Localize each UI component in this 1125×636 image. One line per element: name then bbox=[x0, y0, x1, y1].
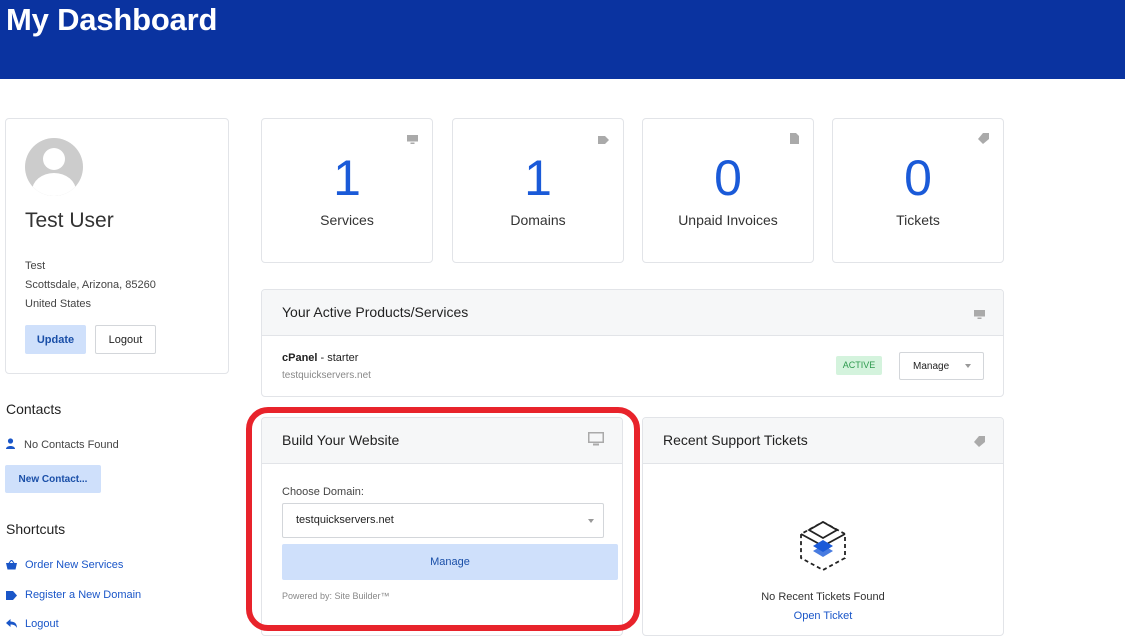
page-title: My Dashboard bbox=[6, 2, 218, 37]
stat-unpaid-invoices[interactable]: 0 Unpaid Invoices bbox=[642, 118, 814, 263]
profile-company: Test bbox=[25, 260, 46, 272]
shortcut-label: Logout bbox=[25, 618, 59, 630]
shortcut-label: Register a New Domain bbox=[25, 589, 142, 601]
profile-address: Test Scottsdale, Arizona, 85260 United S… bbox=[25, 257, 156, 314]
stat-value: 1 bbox=[333, 150, 361, 206]
stat-value: 0 bbox=[904, 150, 932, 206]
document-icon bbox=[790, 131, 799, 149]
update-button[interactable]: Update bbox=[25, 325, 86, 354]
product-title: cPanel bbox=[282, 352, 318, 364]
stat-services[interactable]: 1 Services bbox=[261, 118, 433, 263]
tag-icon bbox=[6, 590, 17, 600]
monitor-icon bbox=[974, 306, 985, 324]
stat-label: Services bbox=[320, 212, 374, 228]
stat-label: Tickets bbox=[896, 212, 940, 228]
shortcut-label: Order New Services bbox=[25, 559, 124, 571]
ticket-icon bbox=[978, 131, 989, 149]
active-products-panel: Your Active Products/Services cPanel - s… bbox=[261, 289, 1004, 397]
manage-label: Manage bbox=[913, 360, 950, 372]
profile-city: Scottsdale, Arizona, 85260 bbox=[25, 279, 156, 291]
shortcut-order-services[interactable]: Order New Services bbox=[6, 559, 123, 571]
stat-value: 1 bbox=[524, 150, 552, 206]
panel-header: Recent Support Tickets bbox=[643, 418, 1003, 464]
profile-country: United States bbox=[25, 298, 92, 310]
monitor-icon bbox=[407, 131, 418, 149]
ticket-icon bbox=[974, 434, 985, 452]
shortcuts-title: Shortcuts bbox=[6, 521, 66, 537]
stat-tickets[interactable]: 0 Tickets bbox=[832, 118, 1004, 263]
panel-header: Build Your Website bbox=[262, 418, 622, 464]
new-contact-button[interactable]: New Contact... bbox=[5, 465, 101, 493]
manage-website-button[interactable]: Manage bbox=[282, 544, 618, 580]
stat-label: Unpaid Invoices bbox=[678, 212, 778, 228]
domain-select-value: testquickservers.net bbox=[296, 514, 394, 526]
stat-domains[interactable]: 1 Domains bbox=[452, 118, 624, 263]
contacts-title: Contacts bbox=[6, 401, 62, 417]
contacts-empty: No Contacts Found bbox=[6, 438, 119, 452]
support-tickets-panel: Recent Support Tickets No Recent Tickets… bbox=[642, 417, 1004, 636]
powered-by-text: Powered by: Site Builder™ bbox=[282, 591, 390, 601]
shortcut-logout[interactable]: Logout bbox=[6, 618, 59, 630]
contacts-empty-text: No Contacts Found bbox=[24, 439, 119, 451]
profile-card: Test User Test Scottsdale, Arizona, 8526… bbox=[5, 118, 229, 374]
chevron-down-icon bbox=[588, 519, 594, 523]
panel-title: Recent Support Tickets bbox=[663, 432, 808, 448]
monitor-icon bbox=[588, 432, 604, 451]
basket-icon bbox=[6, 560, 17, 570]
panel-header: Your Active Products/Services bbox=[262, 290, 1003, 336]
user-icon bbox=[6, 438, 15, 452]
logout-button[interactable]: Logout bbox=[95, 325, 156, 354]
empty-inbox-icon bbox=[799, 520, 847, 579]
product-plan: starter bbox=[327, 352, 359, 364]
panel-title: Build Your Website bbox=[282, 432, 400, 448]
avatar bbox=[25, 138, 83, 196]
chevron-down-icon bbox=[965, 364, 971, 368]
shortcut-register-domain[interactable]: Register a New Domain bbox=[6, 589, 141, 601]
tag-icon bbox=[598, 131, 609, 149]
domain-select[interactable]: testquickservers.net bbox=[282, 503, 604, 538]
page-header: My Dashboard bbox=[0, 0, 1125, 79]
product-name[interactable]: cPanel - starter bbox=[282, 352, 358, 364]
arrow-left-icon bbox=[6, 619, 17, 628]
product-domain: testquickservers.net bbox=[282, 370, 371, 381]
build-website-panel: Build Your Website Choose Domain: testqu… bbox=[261, 417, 623, 636]
status-badge: ACTIVE bbox=[836, 356, 882, 375]
profile-name: Test User bbox=[25, 209, 114, 232]
stat-label: Domains bbox=[510, 212, 566, 228]
manage-dropdown-button[interactable]: Manage bbox=[899, 352, 984, 380]
panel-title: Your Active Products/Services bbox=[282, 304, 469, 320]
choose-domain-label: Choose Domain: bbox=[282, 486, 364, 498]
product-separator: - bbox=[317, 352, 328, 364]
no-tickets-text: No Recent Tickets Found bbox=[761, 591, 885, 603]
open-ticket-link[interactable]: Open Ticket bbox=[643, 610, 1003, 622]
stat-value: 0 bbox=[714, 150, 742, 206]
